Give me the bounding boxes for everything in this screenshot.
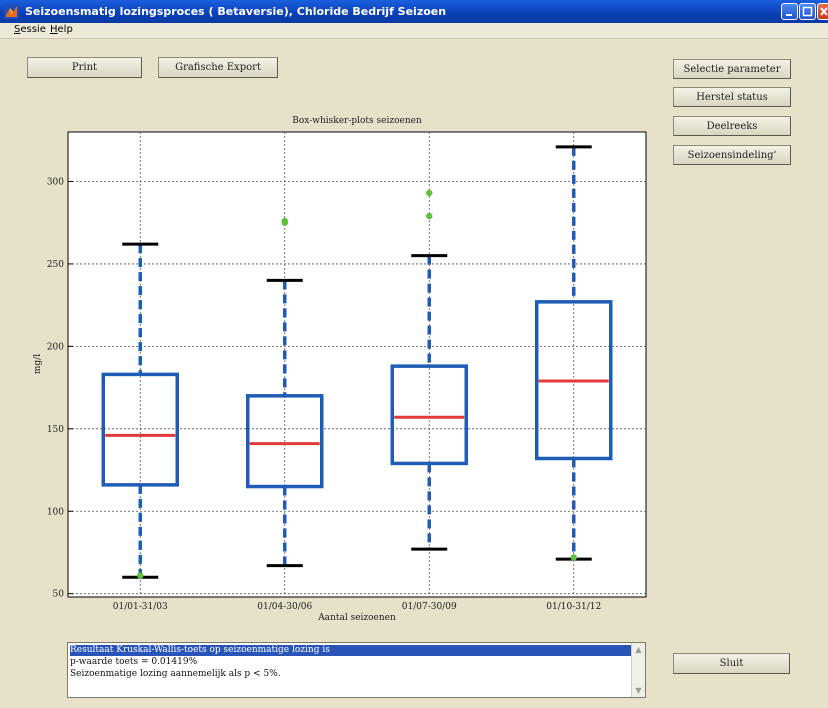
message-scrollbar[interactable]: ▲ ▼ xyxy=(631,643,645,697)
boxplot-chart: 50 100 150 200 250 300 01/01-31/03 01/04-30/06… xyxy=(33,116,647,623)
x-tick-label: 01/01-31/03 xyxy=(113,602,168,612)
message-line: p-waarde toets = 0.01419% xyxy=(70,657,198,667)
x-tick-label: 01/07-30/09 xyxy=(402,602,457,612)
outlier-point xyxy=(426,189,433,197)
outlier-point xyxy=(426,212,433,220)
plot-area xyxy=(67,131,647,598)
outlier-point xyxy=(137,572,144,579)
x-axis-ticks: 01/01-31/03 01/04-30/06 01/07-30/09 01/10-3… xyxy=(113,602,601,612)
y-tick-label: 300 xyxy=(47,177,64,187)
sluit-button[interactable]: Sluit xyxy=(673,653,790,674)
scroll-up-icon[interactable]: ▲ xyxy=(633,644,644,655)
x-tick-label: 01/10-31/12 xyxy=(546,602,601,612)
y-tick-label: 100 xyxy=(47,507,64,517)
scroll-down-icon[interactable]: ▼ xyxy=(633,685,644,696)
outlier-point xyxy=(570,554,577,561)
y-axis-label: mg/l xyxy=(33,354,43,374)
y-tick-label: 250 xyxy=(47,260,64,270)
y-tick-label: 150 xyxy=(47,425,64,435)
chart-title: Box-whisker-plots seizoenen xyxy=(292,116,422,126)
outlier-point xyxy=(281,217,288,225)
y-tick-label: 200 xyxy=(47,342,64,352)
message-line: Resultaat Kruskal-Wallis-toets op seizoe… xyxy=(70,645,632,656)
message-line: Seizoenmatige lozing aannemelijk als p <… xyxy=(70,669,281,679)
y-tick-label: 50 xyxy=(53,590,65,600)
x-tick-label: 01/04-30/06 xyxy=(257,602,312,612)
x-axis-label: Aantal seizoenen xyxy=(317,613,396,623)
result-message-box[interactable]: Resultaat Kruskal-Wallis-toets op seizoe… xyxy=(67,642,646,698)
